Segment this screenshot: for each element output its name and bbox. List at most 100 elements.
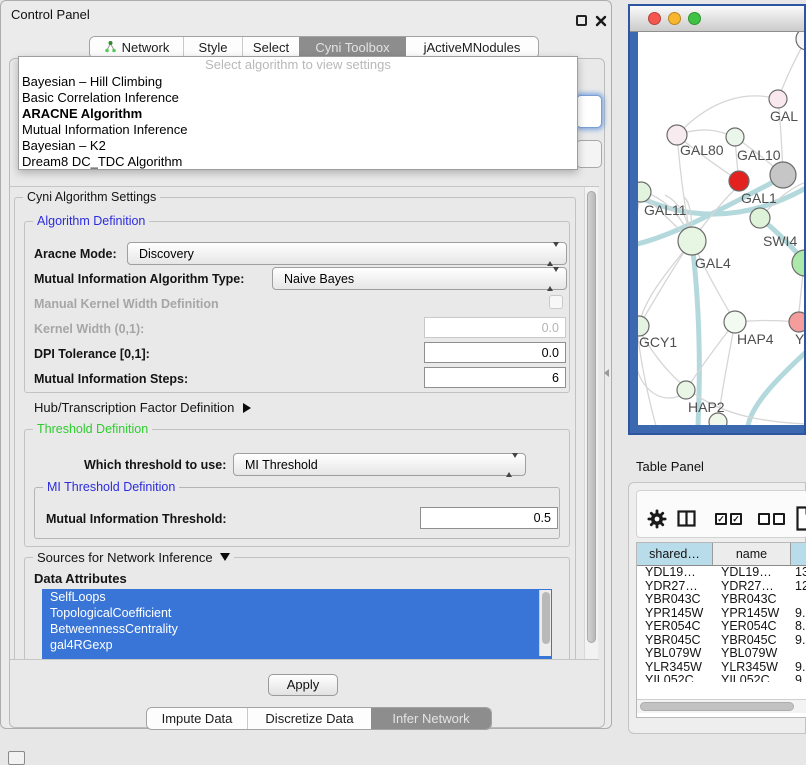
- node-swi4[interactable]: [750, 208, 770, 228]
- attributes-list-scrollbar[interactable]: [539, 590, 551, 656]
- column-header-name[interactable]: name: [713, 543, 791, 566]
- table-horizontal-scrollbar[interactable]: [637, 699, 806, 713]
- node-gray[interactable]: [770, 162, 796, 188]
- float-window-icon[interactable]: [576, 15, 587, 26]
- chevron-down-icon[interactable]: [220, 553, 230, 561]
- mi-threshold-field[interactable]: 0.5: [420, 507, 558, 529]
- network-canvas[interactable]: GALGAL80GAL10GAL1GAL11SWI4GAL4HAP4YGCY1H…: [638, 32, 806, 425]
- algorithm-dropdown-placeholder: Select algorithm to view settings: [19, 57, 577, 74]
- network-edge[interactable]: [686, 322, 735, 390]
- algorithm-option[interactable]: ARACNE Algorithm: [19, 106, 577, 122]
- node-hap2[interactable]: [677, 381, 695, 399]
- algorithm-option[interactable]: Mutual Information Inference: [19, 122, 577, 138]
- mi-algorithm-type-label: Mutual Information Algorithm Type:: [34, 272, 244, 286]
- unchecked-checkbox-icon[interactable]: [773, 513, 785, 525]
- tab-infer-network[interactable]: Infer Network: [371, 708, 491, 729]
- tab-label: Cyni Toolbox: [315, 40, 389, 55]
- node-gal1[interactable]: [729, 171, 749, 191]
- group-title: Cyni Algorithm Settings: [23, 190, 160, 204]
- node-bottom[interactable]: [709, 413, 727, 425]
- tab-impute-data[interactable]: Impute Data: [147, 708, 247, 729]
- checked-checkbox-icon[interactable]: ✓: [715, 513, 727, 525]
- data-attributes-list[interactable]: SelfLoopsTopologicalCoefficientBetweenne…: [42, 589, 552, 659]
- node-salmon[interactable]: [789, 312, 806, 332]
- node-partial-top[interactable]: [796, 32, 806, 50]
- mi-algorithm-type-combobox[interactable]: Naive Bayes: [272, 267, 567, 290]
- settings-vertical-scrollbar[interactable]: [584, 187, 598, 659]
- tab-label: Select: [253, 40, 289, 55]
- tab-cyni-toolbox[interactable]: Cyni Toolbox: [299, 37, 406, 58]
- unchecked-checkbox-icon[interactable]: [758, 513, 770, 525]
- table-row[interactable]: YIL052CYIL052C9.: [637, 674, 806, 682]
- table-row[interactable]: YDL19…YDL19…13: [637, 566, 806, 580]
- zoom-button[interactable]: [688, 12, 701, 25]
- tab-select[interactable]: Select: [242, 37, 299, 58]
- table-cell: 12: [791, 580, 806, 594]
- network-edge[interactable]: [639, 243, 690, 326]
- node-hap4[interactable]: [724, 311, 746, 333]
- tab-label: jActiveMNodules: [424, 40, 521, 55]
- hub-transcription-factor-expander[interactable]: Hub/Transcription Factor Definition: [34, 400, 251, 415]
- data-attributes-items: SelfLoopsTopologicalCoefficientBetweenne…: [42, 589, 552, 653]
- dpi-tolerance-field[interactable]: 0.0: [424, 342, 566, 363]
- minimize-button[interactable]: [668, 12, 681, 25]
- table-row[interactable]: YLR345WYLR345W9.: [637, 661, 806, 675]
- node-green-right[interactable]: [792, 250, 806, 276]
- scrollbar-thumb[interactable]: [542, 592, 550, 644]
- algorithm-option[interactable]: Dream8 DC_TDC Algorithm: [19, 154, 577, 170]
- algorithm-option[interactable]: Bayesian – Hill Climbing: [19, 74, 577, 90]
- table-cell: YBR043C: [713, 593, 791, 607]
- attribute-list-item[interactable]: BetweennessCentrality: [42, 621, 552, 637]
- node-gal4[interactable]: [678, 227, 706, 255]
- scrollbar-thumb[interactable]: [640, 702, 794, 711]
- minimized-panel-icon[interactable]: [8, 751, 25, 765]
- close-icon[interactable]: [595, 14, 607, 26]
- combobox-value: MI Threshold: [245, 458, 318, 472]
- table-row[interactable]: YPR145WYPR145W9.: [637, 607, 806, 621]
- tab-style[interactable]: Style: [183, 37, 242, 58]
- network-edge[interactable]: [748, 352, 806, 425]
- column-layout-icon[interactable]: [677, 510, 696, 532]
- combobox-arrows-icon: [547, 272, 559, 286]
- node-gcy1[interactable]: [638, 316, 649, 336]
- node-gal10[interactable]: [726, 128, 744, 146]
- algorithm-dropdown-popup: Select algorithm to view settings Bayesi…: [18, 56, 578, 170]
- close-button[interactable]: [648, 12, 661, 25]
- algorithm-popup-options: Bayesian – Hill ClimbingBasic Correlatio…: [19, 74, 577, 170]
- algorithm-option[interactable]: Bayesian – K2: [19, 138, 577, 154]
- column-header-shared-name[interactable]: shared…: [637, 543, 713, 566]
- column-header-partial[interactable]: [791, 543, 806, 566]
- table-row[interactable]: YER054CYER054C8.: [637, 620, 806, 634]
- table-cell: YLR345W: [713, 661, 791, 675]
- tab-discretize-data[interactable]: Discretize Data: [247, 708, 371, 729]
- node-gal-partial[interactable]: [769, 90, 787, 108]
- aracne-mode-combobox[interactable]: Discovery: [127, 242, 567, 265]
- network-edge[interactable]: [638, 192, 656, 425]
- panel-splitter-handle[interactable]: [604, 369, 609, 377]
- table-row[interactable]: YBL079WYBL079W: [637, 647, 806, 661]
- table-row[interactable]: YBR045CYBR045C9.: [637, 634, 806, 648]
- table-panel-title: Table Panel: [636, 459, 704, 474]
- gear-icon[interactable]: [647, 509, 667, 534]
- scrollbar-thumb[interactable]: [587, 191, 596, 643]
- attribute-list-item[interactable]: gal4RGexp: [42, 637, 552, 653]
- attribute-list-item[interactable]: SelfLoops: [42, 589, 552, 605]
- combobox-arrows-icon: [506, 458, 518, 472]
- attribute-list-item[interactable]: TopologicalCoefficient: [42, 605, 552, 621]
- mi-steps-field[interactable]: 6: [424, 367, 566, 388]
- network-window-titlebar[interactable]: [630, 6, 804, 32]
- apply-button[interactable]: Apply: [268, 674, 338, 696]
- network-graph[interactable]: GALGAL80GAL10GAL1GAL11SWI4GAL4HAP4YGCY1H…: [638, 32, 806, 425]
- which-threshold-combobox[interactable]: MI Threshold: [233, 453, 526, 476]
- tab-network[interactable]: Network: [90, 37, 183, 58]
- file-icon[interactable]: [796, 506, 806, 536]
- table-cell: YBR043C: [637, 593, 713, 607]
- algorithm-option[interactable]: Basic Correlation Inference: [19, 90, 577, 106]
- tab-jactivemnodules[interactable]: jActiveMNodules: [406, 37, 538, 58]
- table-row[interactable]: YBR043CYBR043C: [637, 593, 806, 607]
- checked-checkbox-icon[interactable]: ✓: [730, 513, 742, 525]
- table-cell: 8.: [791, 620, 806, 634]
- network-edge[interactable]: [677, 96, 778, 135]
- table-cell: YDL19…: [637, 566, 713, 580]
- table-row[interactable]: YDR27…YDR27…12: [637, 580, 806, 594]
